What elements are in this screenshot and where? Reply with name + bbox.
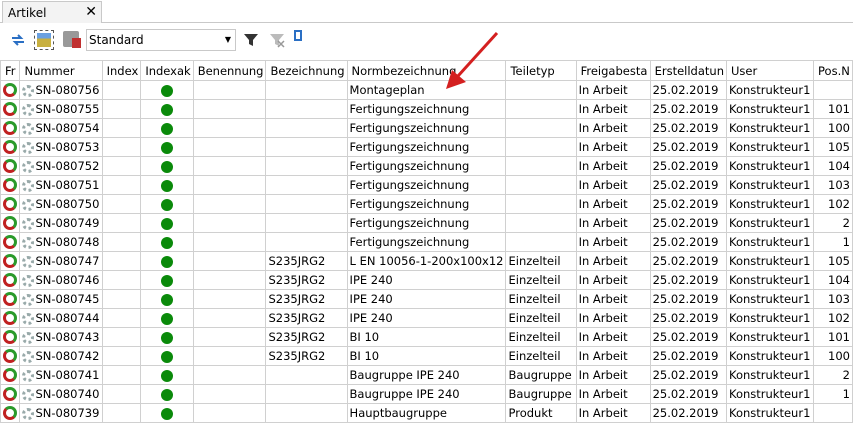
annotation-arrow	[446, 31, 499, 89]
